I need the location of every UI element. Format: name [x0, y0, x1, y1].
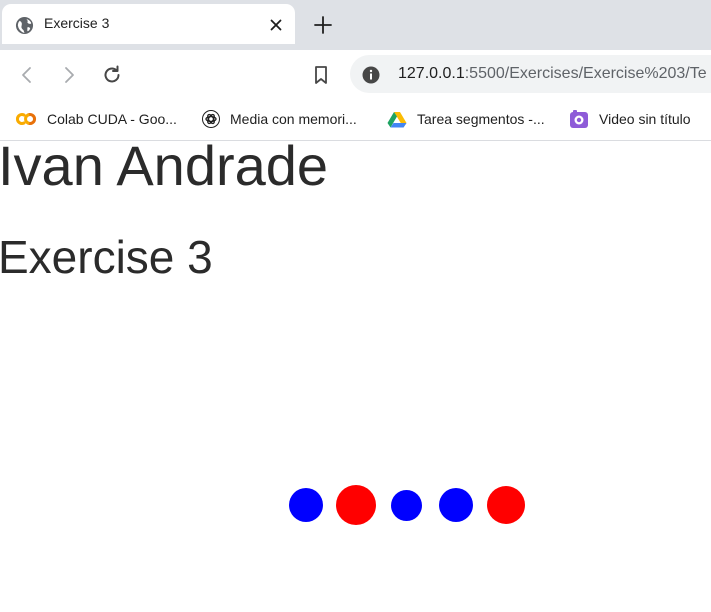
- openai-icon: [202, 110, 220, 128]
- page-content: Ivan Andrade Exercise 3: [0, 134, 711, 612]
- bookmark-star-icon[interactable]: [309, 63, 333, 87]
- circle-3: [391, 490, 422, 521]
- google-drive-icon: [387, 111, 407, 127]
- address-bar[interactable]: 127.0.0.1:5500/Exercises/Exercise%203/Te: [350, 55, 711, 93]
- bookmark-tarea-segmentos[interactable]: Tarea segmentos -...: [387, 107, 545, 131]
- tab-title: Exercise 3: [44, 15, 110, 31]
- page-subtitle: Exercise 3: [0, 231, 213, 283]
- back-icon[interactable]: [15, 63, 39, 87]
- circle-4: [439, 488, 473, 522]
- bookmark-colab[interactable]: Colab CUDA - Goo...: [15, 107, 177, 131]
- bookmark-label: Media con memori...: [230, 111, 357, 127]
- tab-exercise-3[interactable]: Exercise 3: [2, 4, 295, 44]
- url-text[interactable]: 127.0.0.1:5500/Exercises/Exercise%203/Te: [398, 65, 707, 83]
- url-path: :5500/Exercises/Exercise%203/Te: [464, 65, 707, 82]
- forward-icon[interactable]: [57, 63, 81, 87]
- url-host: 127.0.0.1: [398, 65, 465, 82]
- bookmark-video-sin-titulo[interactable]: Video sin título: [569, 107, 691, 131]
- colab-icon: [16, 113, 36, 125]
- page-title: Ivan Andrade: [0, 134, 329, 197]
- bookmark-label: Colab CUDA - Goo...: [47, 111, 177, 127]
- info-icon[interactable]: [362, 66, 380, 84]
- bookmark-label: Tarea segmentos -...: [417, 111, 545, 127]
- browser-window: Exercise 3 127.0.0.1:5500/Exercises/Exer…: [0, 0, 711, 612]
- circle-1: [289, 488, 323, 522]
- toolbar: 127.0.0.1:5500/Exercises/Exercise%203/Te: [0, 50, 711, 100]
- tab-strip: Exercise 3: [0, 0, 711, 50]
- new-tab-icon[interactable]: [312, 14, 334, 36]
- close-icon[interactable]: [268, 17, 284, 33]
- globe-icon: [15, 16, 34, 35]
- video-icon: [570, 110, 588, 128]
- bookmark-media-con-memoria[interactable]: Media con memori...: [202, 107, 357, 131]
- circle-5: [487, 486, 525, 524]
- reload-icon[interactable]: [100, 63, 124, 87]
- circle-2: [336, 485, 376, 525]
- bookmark-label: Video sin título: [599, 111, 691, 127]
